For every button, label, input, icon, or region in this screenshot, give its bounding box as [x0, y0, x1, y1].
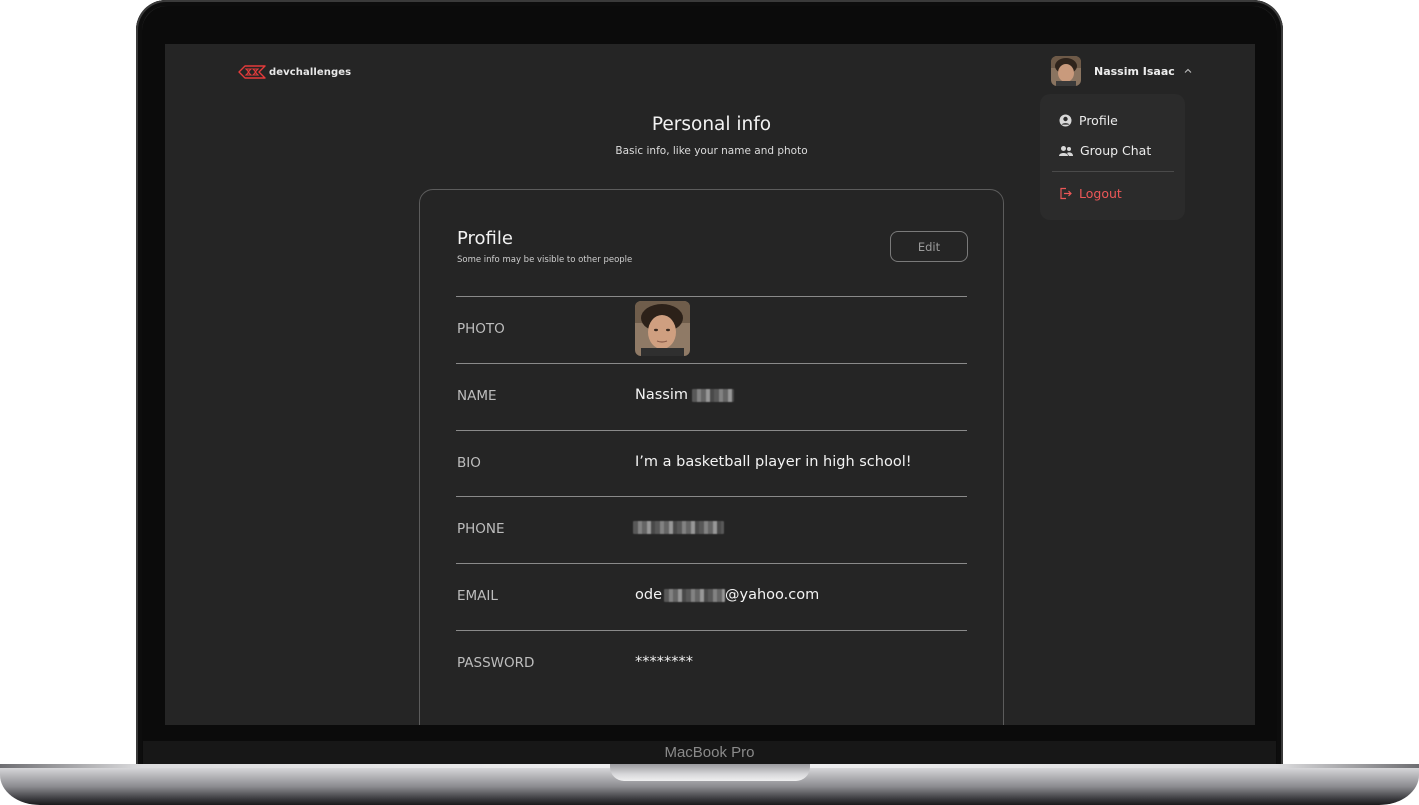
email-value: ode @yahoo.com: [635, 587, 819, 603]
profile-photo: [635, 301, 690, 356]
logout-icon: [1060, 187, 1072, 200]
photo-label: PHOTO: [457, 321, 505, 337]
devchallenges-logo-icon: [238, 65, 266, 79]
device-model-label: MacBook Pro: [664, 744, 755, 761]
logo-text: devchallenges: [269, 66, 352, 78]
phone-label: PHONE: [457, 521, 505, 537]
app-screen: devchallenges Nassim Isaac Profile Group…: [165, 44, 1255, 725]
user-dropdown-menu: Profile Group Chat Logout: [1040, 94, 1185, 220]
bio-label: BIO: [457, 455, 481, 471]
laptop-notch: [610, 764, 810, 781]
password-label: PASSWORD: [457, 655, 535, 671]
dropdown-item-logout[interactable]: Logout: [1059, 186, 1122, 201]
row-divider: [456, 363, 967, 364]
row-divider: [456, 430, 967, 431]
email-prefix: ode: [635, 587, 662, 603]
page-subtitle: Basic info, like your name and photo: [615, 145, 808, 157]
user-photo-icon: [1051, 56, 1081, 86]
page-title: Personal info: [651, 114, 772, 135]
row-divider: [456, 496, 967, 497]
name-label: NAME: [457, 388, 497, 404]
email-label: EMAIL: [457, 588, 498, 604]
redacted-text: [664, 588, 725, 602]
bio-value: I’m a basketball player in high school!: [635, 454, 912, 470]
user-photo-icon: [635, 301, 690, 356]
avatar: [1051, 56, 1081, 86]
row-divider: [456, 563, 967, 564]
card-subtitle: Some info may be visible to other people: [457, 255, 633, 265]
dropdown-divider: [1052, 171, 1174, 172]
card-title: Profile: [457, 228, 513, 249]
email-suffix: @yahoo.com: [725, 587, 820, 603]
redacted-text: [692, 388, 734, 402]
profile-card: Profile Some info may be visible to othe…: [419, 189, 1004, 725]
row-divider: [456, 630, 967, 631]
dropdown-item-label: Logout: [1079, 186, 1122, 201]
phone-value: [633, 521, 724, 534]
logo[interactable]: devchallenges: [238, 64, 351, 80]
name-text: Nassim: [635, 387, 688, 403]
row-divider: [456, 296, 967, 297]
edit-button[interactable]: Edit: [890, 231, 968, 262]
name-value: Nassim: [635, 387, 734, 403]
redacted-text: [633, 521, 724, 534]
user-name: Nassim Isaac: [1094, 64, 1175, 78]
password-value: ********: [635, 654, 693, 670]
user-menu-toggle[interactable]: Nassim Isaac: [1051, 56, 1193, 86]
chevron-up-icon: [1183, 66, 1193, 76]
